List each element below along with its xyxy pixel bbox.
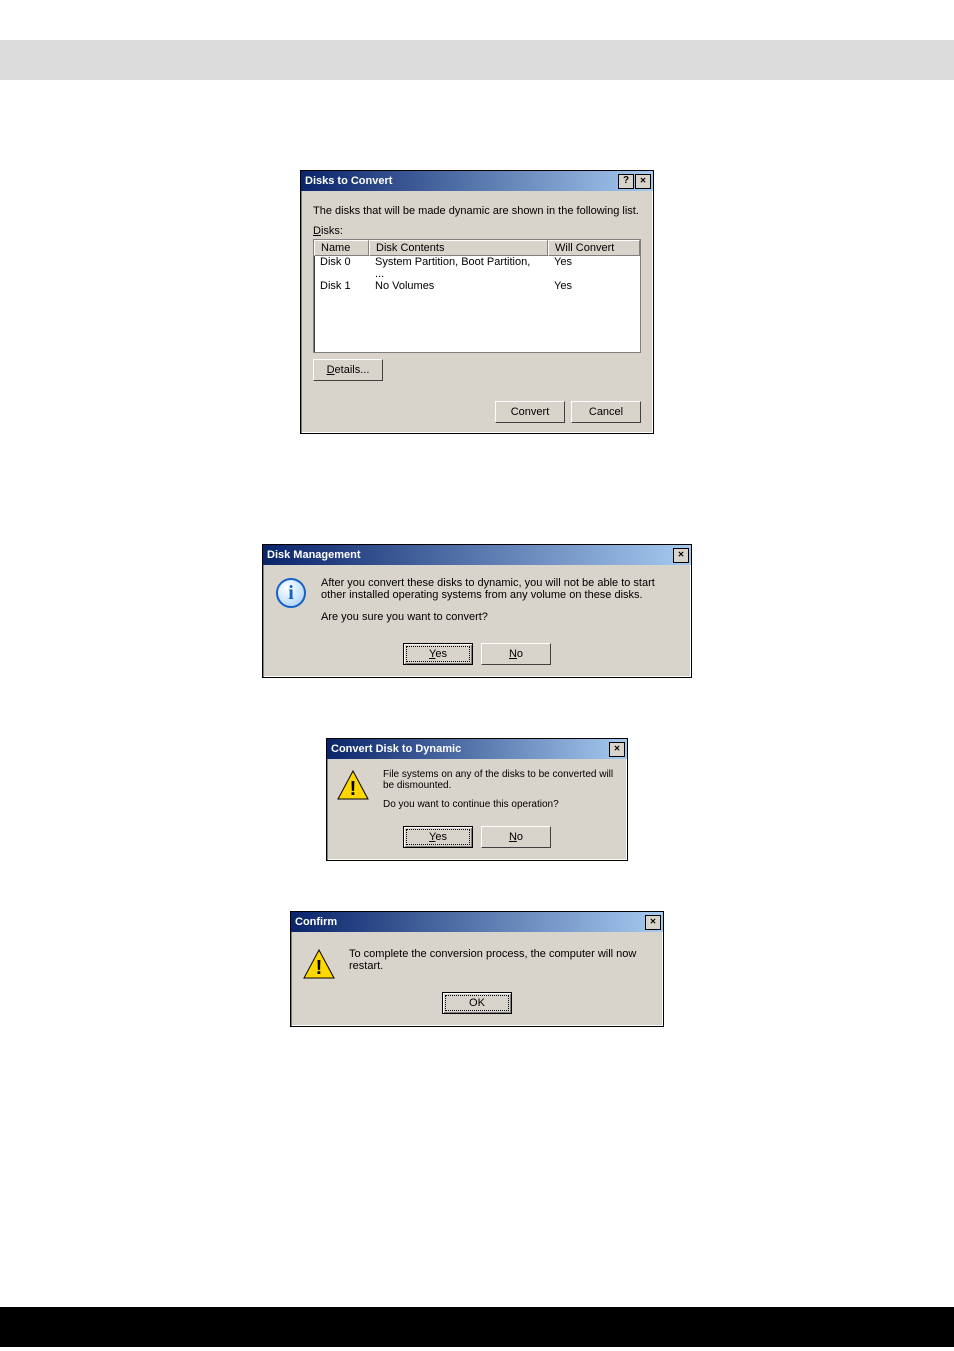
window-title: Convert Disk to Dynamic xyxy=(331,740,461,758)
titlebar: Disks to Convert xyxy=(301,171,653,191)
page-footer-bar xyxy=(0,1307,954,1347)
dialog-convert-disk-dynamic: Convert Disk to Dynamic ! File systems o… xyxy=(326,738,628,861)
no-button[interactable]: No xyxy=(481,826,551,848)
info-icon xyxy=(275,577,307,609)
listview-headers: Name Disk Contents Will Convert xyxy=(314,240,640,256)
page-header-bar xyxy=(0,40,954,80)
message-line-2: Do you want to continue this operation? xyxy=(383,799,615,810)
cell-contents: System Partition, Boot Partition, ... xyxy=(369,256,548,280)
warning-icon: ! xyxy=(303,948,335,980)
cancel-button[interactable]: Cancel xyxy=(571,401,641,423)
yes-button[interactable]: Yes xyxy=(403,643,473,665)
window-title: Disks to Convert xyxy=(305,172,392,190)
col-header-contents[interactable]: Disk Contents xyxy=(369,240,548,256)
dialog-disks-to-convert: Disks to Convert The disks that will be … xyxy=(300,170,654,434)
details-button[interactable]: Details... xyxy=(313,359,383,381)
help-icon[interactable] xyxy=(618,174,634,189)
cell-name: Disk 1 xyxy=(314,280,369,292)
close-icon[interactable] xyxy=(673,548,689,563)
window-title: Confirm xyxy=(295,913,337,931)
message-line-1: File systems on any of the disks to be c… xyxy=(383,769,615,791)
svg-text:!: ! xyxy=(316,957,323,979)
titlebar: Disk Management xyxy=(263,545,691,565)
col-header-willconvert[interactable]: Will Convert xyxy=(548,240,640,256)
close-icon[interactable] xyxy=(635,174,651,189)
table-row[interactable]: Disk 0 System Partition, Boot Partition,… xyxy=(314,256,640,280)
close-icon[interactable] xyxy=(645,915,661,930)
ok-button[interactable]: OK xyxy=(442,992,512,1014)
disks-listview[interactable]: Name Disk Contents Will Convert Disk 0 S… xyxy=(313,239,641,353)
yes-button[interactable]: Yes xyxy=(403,826,473,848)
titlebar: Convert Disk to Dynamic xyxy=(327,739,627,759)
disks-list-label: Disks: xyxy=(313,225,641,237)
table-row[interactable]: Disk 1 No Volumes Yes xyxy=(314,280,640,292)
message-line-1: After you convert these disks to dynamic… xyxy=(321,577,677,601)
no-button[interactable]: No xyxy=(481,643,551,665)
dialog-disk-management-confirm: Disk Management After you convert these … xyxy=(262,544,692,678)
message-line-1: To complete the conversion process, the … xyxy=(349,948,649,972)
titlebar: Confirm xyxy=(291,912,663,932)
cell-willconvert: Yes xyxy=(548,256,640,280)
close-icon[interactable] xyxy=(609,742,625,757)
cell-name: Disk 0 xyxy=(314,256,369,280)
message-line-2: Are you sure you want to convert? xyxy=(321,611,677,623)
col-header-name[interactable]: Name xyxy=(314,240,369,256)
svg-text:!: ! xyxy=(350,778,357,800)
convert-button[interactable]: Convert xyxy=(495,401,565,423)
warning-icon: ! xyxy=(337,769,369,801)
cell-willconvert: Yes xyxy=(548,280,640,292)
dialog-description: The disks that will be made dynamic are … xyxy=(313,205,641,217)
dialog-confirm-restart: Confirm ! To complete the conversion pro… xyxy=(290,911,664,1027)
window-title: Disk Management xyxy=(267,546,361,564)
cell-contents: No Volumes xyxy=(369,280,548,292)
